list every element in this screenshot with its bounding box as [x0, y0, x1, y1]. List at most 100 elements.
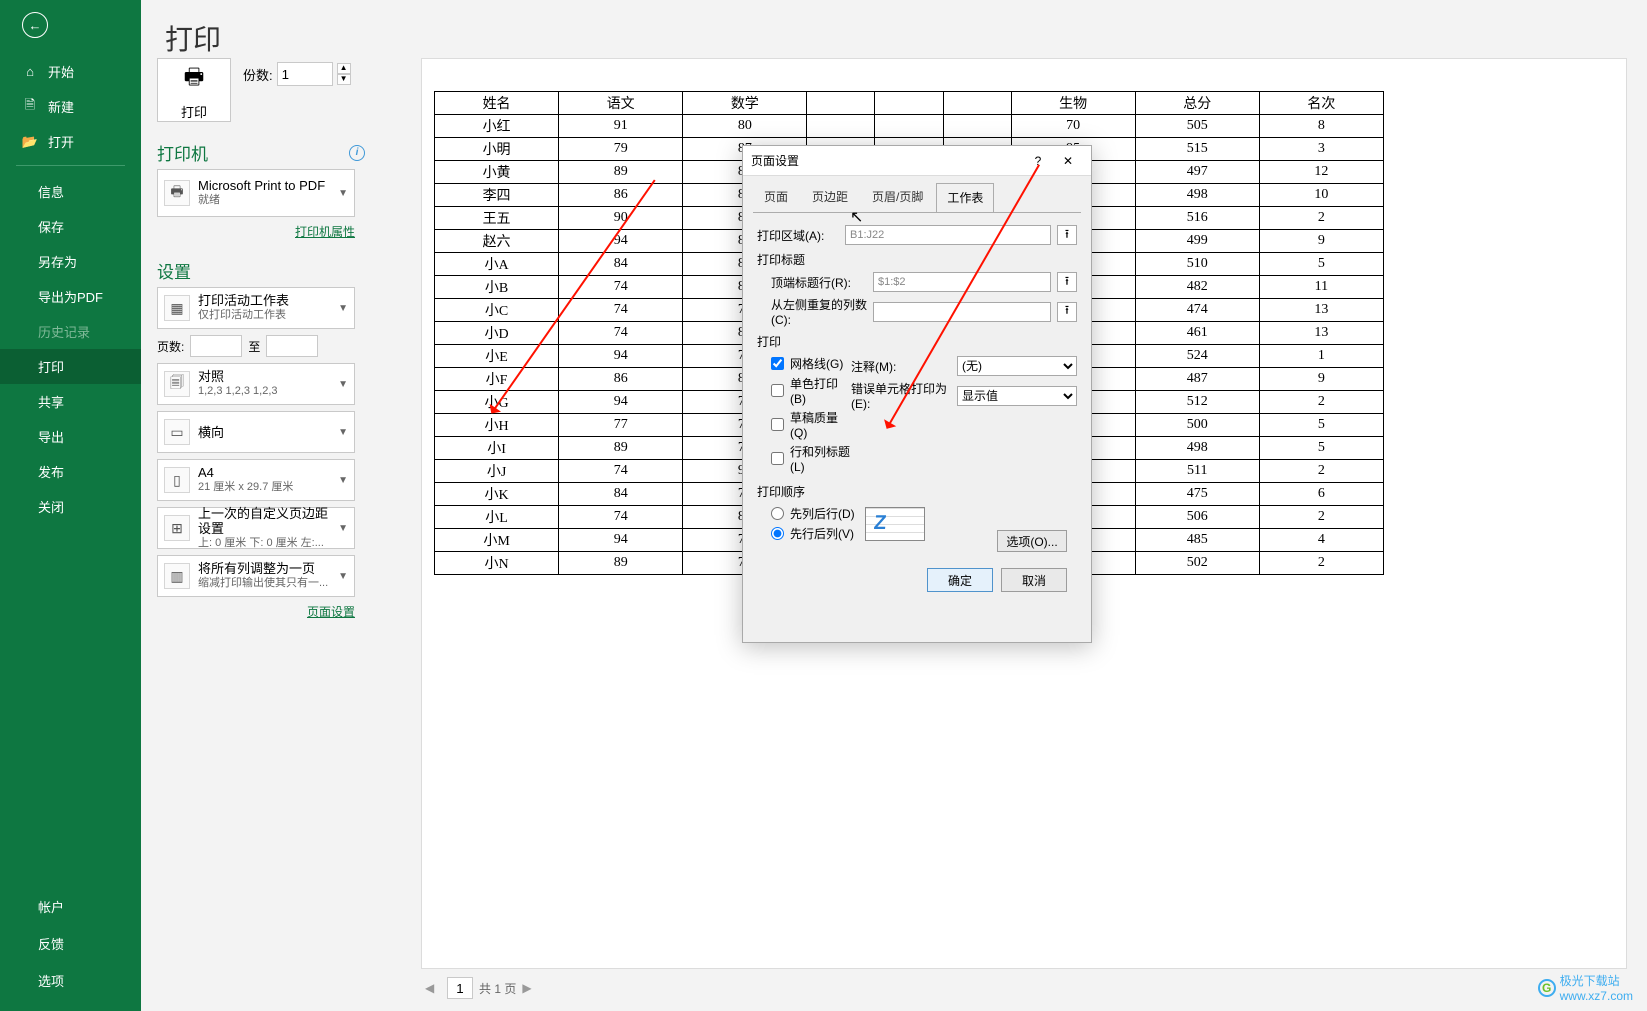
- ok-button[interactable]: 确定: [927, 568, 993, 592]
- table-cell: 497: [1135, 161, 1259, 184]
- table-cell: 91: [559, 115, 683, 138]
- nav-icon: 🗎: [22, 99, 38, 115]
- nav-打印[interactable]: 打印: [0, 349, 141, 384]
- table-cell: 499: [1135, 230, 1259, 253]
- table-cell: 84: [559, 483, 683, 506]
- back-button[interactable]: ←: [0, 0, 141, 46]
- table-cell: 小F: [435, 368, 559, 391]
- range-select-icon[interactable]: ⭱: [1057, 225, 1077, 245]
- nav-选项[interactable]: 选项: [0, 962, 141, 999]
- table-cell: 李四: [435, 184, 559, 207]
- errors-select[interactable]: 显示值: [957, 386, 1077, 406]
- nav-label: 反馈: [38, 934, 64, 953]
- table-cell: 512: [1135, 391, 1259, 414]
- nav-另存为[interactable]: 另存为: [0, 244, 141, 279]
- chevron-down-icon: ▼: [338, 475, 348, 486]
- left-cols-input[interactable]: [873, 302, 1051, 322]
- print-group-label: 打印: [757, 333, 1077, 350]
- nav-帐户[interactable]: 帐户: [0, 888, 141, 925]
- nav-信息[interactable]: 信息: [0, 174, 141, 209]
- table-cell: 3: [1259, 138, 1383, 161]
- dialog-tab-页面[interactable]: 页面: [753, 182, 799, 212]
- print-button[interactable]: 🖶 打印: [157, 58, 231, 122]
- nav-反馈[interactable]: 反馈: [0, 925, 141, 962]
- setting-dropdown-0[interactable]: ▦打印活动工作表仅打印活动工作表▼: [157, 287, 355, 329]
- table-cell: [807, 115, 875, 138]
- setting-icon: ⊞: [164, 515, 190, 541]
- table-cell: 94: [559, 230, 683, 253]
- chevron-down-icon: ▼: [338, 571, 348, 582]
- bw-label: 单色打印(B): [790, 375, 851, 406]
- nav-label: 共享: [38, 392, 64, 411]
- setting-sub: 缩减打印输出使其只有一...: [198, 576, 330, 591]
- copies-label: 份数:: [243, 65, 273, 84]
- options-button[interactable]: 选项(O)...: [997, 530, 1067, 552]
- prev-page-button[interactable]: ◀: [425, 981, 441, 995]
- draft-checkbox[interactable]: [771, 418, 784, 431]
- table-row: 小红9180705058: [435, 115, 1384, 138]
- dialog-close-button[interactable]: ✕: [1053, 154, 1083, 168]
- order-over-radio[interactable]: [771, 527, 784, 540]
- gridlines-checkbox[interactable]: [771, 357, 784, 370]
- table-cell: 王五: [435, 207, 559, 230]
- table-cell: 84: [559, 253, 683, 276]
- page-number-input[interactable]: [447, 977, 473, 999]
- range-select-icon[interactable]: ⭱: [1057, 272, 1077, 292]
- comments-select[interactable]: (无): [957, 356, 1077, 376]
- pages-from-label: 页数:: [157, 338, 184, 355]
- range-select-icon[interactable]: ⭱: [1057, 302, 1077, 322]
- print-area-label: 打印区域(A):: [757, 227, 839, 244]
- dialog-tab-页边距[interactable]: 页边距: [801, 182, 859, 212]
- table-cell: 89: [559, 161, 683, 184]
- bw-checkbox[interactable]: [771, 384, 784, 397]
- table-cell: 2: [1259, 506, 1383, 529]
- setting-dropdown-4[interactable]: ▯A421 厘米 x 29.7 厘米▼: [157, 459, 355, 501]
- print-titles-label: 打印标题: [757, 251, 1077, 268]
- nav-打开[interactable]: 📂打开: [0, 124, 141, 159]
- watermark-url: www.xz7.com: [1560, 989, 1633, 1003]
- chevron-down-icon: ▼: [338, 379, 348, 390]
- nav-历史记录: 历史记录: [0, 314, 141, 349]
- dialog-tab-工作表[interactable]: 工作表: [936, 183, 994, 213]
- print-controls-column: 🖶 打印 份数: ▲▼ 打印机 i 🖶 Microsoft Print to P…: [157, 58, 365, 620]
- nav-导出为PDF[interactable]: 导出为PDF: [0, 279, 141, 314]
- nav-导出[interactable]: 导出: [0, 419, 141, 454]
- nav-开始[interactable]: ⌂开始: [0, 54, 141, 89]
- dialog-tab-页眉/页脚[interactable]: 页眉/页脚: [861, 182, 934, 212]
- nav-label: 打开: [48, 132, 74, 151]
- setting-dropdown-6[interactable]: ▥将所有列调整为一页缩减打印输出使其只有一...▼: [157, 555, 355, 597]
- nav-icon: ⌂: [22, 64, 38, 80]
- cancel-button[interactable]: 取消: [1001, 568, 1067, 592]
- setting-dropdown-2[interactable]: 🗐对照1,2,3 1,2,3 1,2,3▼: [157, 363, 355, 405]
- setting-icon: ▦: [164, 295, 190, 321]
- table-cell: 小L: [435, 506, 559, 529]
- page-setup-link[interactable]: 页面设置: [157, 603, 355, 620]
- page-navigator: ◀ 共 1 页 ▶: [425, 977, 538, 999]
- printer-dropdown[interactable]: 🖶 Microsoft Print to PDF 就绪 ▼: [157, 169, 355, 217]
- order-down-radio[interactable]: [771, 507, 784, 520]
- table-cell: 475: [1135, 483, 1259, 506]
- next-page-button[interactable]: ▶: [522, 981, 538, 995]
- print-area-input[interactable]: [845, 225, 1051, 245]
- setting-dropdown-5[interactable]: ⊞上一次的自定义页边距设置上: 0 厘米 下: 0 厘米 左:...▼: [157, 507, 355, 549]
- nav-发布[interactable]: 发布: [0, 454, 141, 489]
- nav-label: 另存为: [38, 252, 77, 271]
- pages-to-input[interactable]: [266, 335, 318, 357]
- table-cell: 2: [1259, 460, 1383, 483]
- nav-保存[interactable]: 保存: [0, 209, 141, 244]
- table-cell: 487: [1135, 368, 1259, 391]
- top-rows-input[interactable]: [873, 272, 1051, 292]
- setting-dropdown-3[interactable]: ▭横向▼: [157, 411, 355, 453]
- nav-关闭[interactable]: 关闭: [0, 489, 141, 524]
- nav-共享[interactable]: 共享: [0, 384, 141, 419]
- info-icon[interactable]: i: [349, 145, 365, 161]
- table-cell: 小K: [435, 483, 559, 506]
- copies-input[interactable]: [277, 62, 333, 86]
- copies-spinner[interactable]: ▲▼: [337, 63, 351, 85]
- table-cell: 89: [559, 437, 683, 460]
- table-cell: 86: [559, 184, 683, 207]
- printer-properties-link[interactable]: 打印机属性: [157, 223, 355, 240]
- pages-from-input[interactable]: [190, 335, 242, 357]
- nav-新建[interactable]: 🗎新建: [0, 89, 141, 124]
- rowcol-checkbox[interactable]: [771, 452, 784, 465]
